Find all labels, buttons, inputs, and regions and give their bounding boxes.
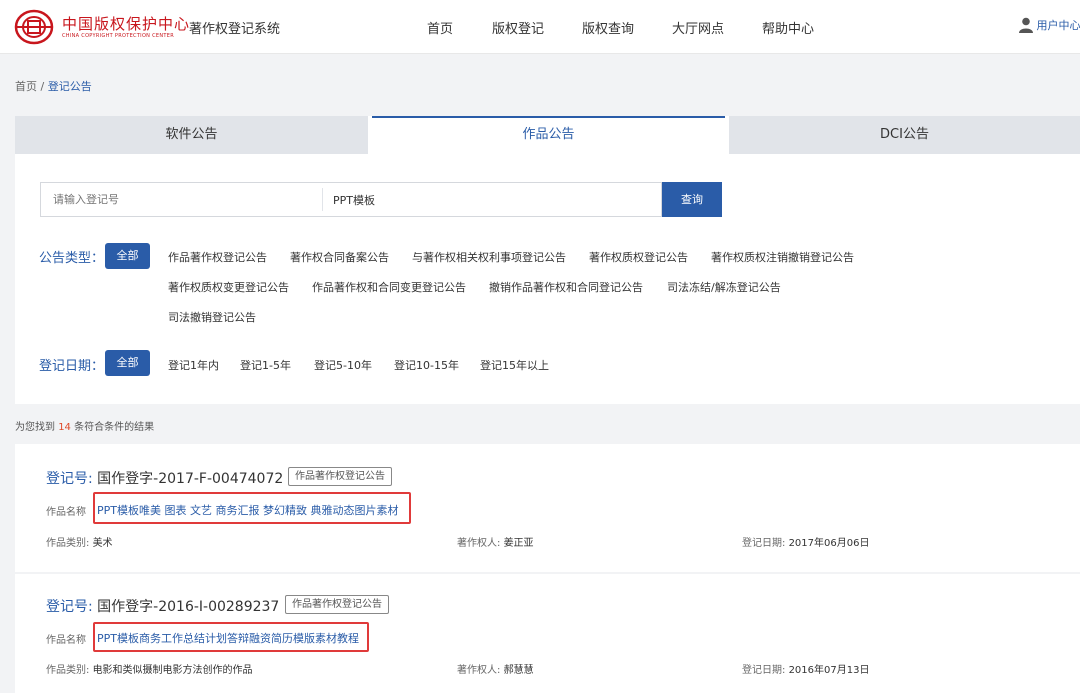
result-count-prefix: 为您找到 bbox=[15, 422, 55, 433]
work-category: 作品类别: 电影和类似摄制电影方法创作的作品 bbox=[46, 661, 253, 676]
copyright-owner: 著作权人: 姜正亚 bbox=[457, 534, 534, 549]
date-all-pill[interactable]: 全部 bbox=[105, 350, 150, 376]
reg-date-value: 2016年07月13日 bbox=[788, 665, 870, 676]
reg-number-label: 登记号: bbox=[46, 599, 93, 615]
type-option[interactable]: 司法冻结/解冻登记公告 bbox=[667, 279, 781, 295]
nav-halls[interactable]: 大厅网点 bbox=[672, 18, 724, 37]
reg-number-line: 登记号: 国作登字-2016-I-00289237 bbox=[46, 596, 279, 616]
nav-query[interactable]: 版权查询 bbox=[582, 18, 634, 37]
breadcrumb-separator: / bbox=[40, 80, 45, 93]
reg-number-value[interactable]: 国作登字-2016-I-00289237 bbox=[97, 599, 279, 615]
work-category-value: 电影和类似摄制电影方法创作的作品 bbox=[92, 665, 253, 676]
tab-software[interactable]: 软件公告 bbox=[15, 116, 368, 154]
reg-number-value[interactable]: 国作登字-2017-F-00474072 bbox=[97, 471, 283, 487]
result-count: 为您找到 14 条符合条件的结果 bbox=[15, 418, 154, 433]
type-option[interactable]: 与著作权相关权利事项登记公告 bbox=[412, 249, 566, 265]
date-option[interactable]: 登记15年以上 bbox=[480, 357, 549, 373]
type-option[interactable]: 著作权质权登记公告 bbox=[589, 249, 688, 265]
nav-registration[interactable]: 版权登记 bbox=[492, 18, 544, 37]
work-name-label: 作品名称 bbox=[46, 635, 86, 646]
search-bar bbox=[40, 182, 662, 217]
nav-help[interactable]: 帮助中心 bbox=[762, 18, 814, 37]
reg-date-value: 2017年06月06日 bbox=[788, 538, 870, 549]
type-option[interactable]: 撤销作品著作权和合同登记公告 bbox=[489, 279, 643, 295]
work-name-link[interactable]: PPT模板商务工作总结计划答辩融资简历模版素材教程 bbox=[97, 630, 359, 646]
type-option[interactable]: 著作权质权变更登记公告 bbox=[168, 279, 289, 295]
reg-number-line: 登记号: 国作登字-2017-F-00474072 bbox=[46, 468, 283, 488]
work-category-label: 作品类别: bbox=[46, 665, 90, 676]
user-icon bbox=[1019, 17, 1033, 33]
reg-number-label: 登记号: bbox=[46, 471, 93, 487]
user-center-link[interactable]: 用户中心 bbox=[1019, 17, 1080, 37]
copyright-owner-value: 姜正亚 bbox=[503, 538, 534, 549]
type-filter-label: 公告类型： bbox=[39, 251, 105, 266]
reg-number-input[interactable] bbox=[53, 183, 318, 216]
reg-date-label: 登记日期: bbox=[742, 665, 786, 676]
result-card: 登记号: 国作登字-2017-F-00474072 作品著作权登记公告 作品名称… bbox=[15, 444, 1080, 572]
type-option[interactable]: 司法撤销登记公告 bbox=[168, 309, 256, 325]
breadcrumb-current: 登记公告 bbox=[47, 80, 92, 93]
announcement-type-tag: 作品著作权登记公告 bbox=[285, 595, 389, 614]
date-filter-label: 登记日期： bbox=[39, 359, 105, 374]
nav-home[interactable]: 首页 bbox=[427, 18, 453, 37]
work-name-label: 作品名称 bbox=[46, 507, 86, 518]
tab-works[interactable]: 作品公告 bbox=[372, 116, 725, 154]
announcement-tabs: 软件公告 作品公告 DCI公告 bbox=[15, 116, 1080, 154]
copyright-owner-label: 著作权人: bbox=[457, 665, 501, 676]
work-category-value: 美术 bbox=[92, 538, 113, 549]
tab-dci[interactable]: DCI公告 bbox=[729, 116, 1080, 154]
type-option[interactable]: 作品著作权和合同变更登记公告 bbox=[312, 279, 466, 295]
copyright-owner: 著作权人: 郝慧慧 bbox=[457, 661, 534, 676]
keyword-input[interactable] bbox=[333, 183, 633, 216]
type-all-pill[interactable]: 全部 bbox=[105, 243, 150, 269]
reg-date-label: 登记日期: bbox=[742, 538, 786, 549]
reg-date: 登记日期: 2017年06月06日 bbox=[742, 534, 869, 549]
date-option[interactable]: 登记5-10年 bbox=[314, 357, 372, 373]
date-option[interactable]: 登记10-15年 bbox=[394, 357, 459, 373]
reg-date: 登记日期: 2016年07月13日 bbox=[742, 661, 869, 676]
copyright-center-logo-icon[interactable] bbox=[14, 9, 54, 45]
logo-title-cn: 中国版权保护中心 bbox=[62, 15, 191, 33]
announcement-panel: 软件公告 作品公告 DCI公告 查询 公告类型： 全部 作品著作权登记公告 著作… bbox=[15, 116, 1080, 404]
result-count-number: 14 bbox=[58, 422, 71, 433]
search-divider bbox=[322, 188, 323, 211]
work-name-link[interactable]: PPT模板唯美 图表 文艺 商务汇报 梦幻精致 典雅动态图片素材 bbox=[97, 502, 398, 518]
result-count-suffix: 条符合条件的结果 bbox=[74, 422, 155, 433]
search-button[interactable]: 查询 bbox=[662, 182, 722, 217]
copyright-owner-label: 著作权人: bbox=[457, 538, 501, 549]
copyright-owner-value: 郝慧慧 bbox=[503, 665, 534, 676]
breadcrumb: 首页 / 登记公告 bbox=[15, 78, 92, 94]
date-option[interactable]: 登记1年内 bbox=[168, 357, 219, 373]
user-center-label: 用户中心 bbox=[1036, 19, 1080, 32]
breadcrumb-home[interactable]: 首页 bbox=[15, 80, 37, 93]
system-name: 著作权登记系统 bbox=[189, 22, 281, 37]
top-header: 中国版权保护中心 CHINA COPYRIGHT PROTECTION CENT… bbox=[0, 0, 1080, 54]
announcement-type-tag: 作品著作权登记公告 bbox=[288, 467, 392, 486]
date-option[interactable]: 登记1-5年 bbox=[240, 357, 291, 373]
type-option[interactable]: 作品著作权登记公告 bbox=[168, 249, 267, 265]
work-category-label: 作品类别: bbox=[46, 538, 90, 549]
logo-title-en: CHINA COPYRIGHT PROTECTION CENTER bbox=[62, 33, 174, 39]
type-option[interactable]: 著作权合同备案公告 bbox=[290, 249, 389, 265]
work-category: 作品类别: 美术 bbox=[46, 534, 113, 549]
type-option[interactable]: 著作权质权注销撤销登记公告 bbox=[711, 249, 854, 265]
result-card: 登记号: 国作登字-2016-I-00289237 作品著作权登记公告 作品名称… bbox=[15, 574, 1080, 693]
